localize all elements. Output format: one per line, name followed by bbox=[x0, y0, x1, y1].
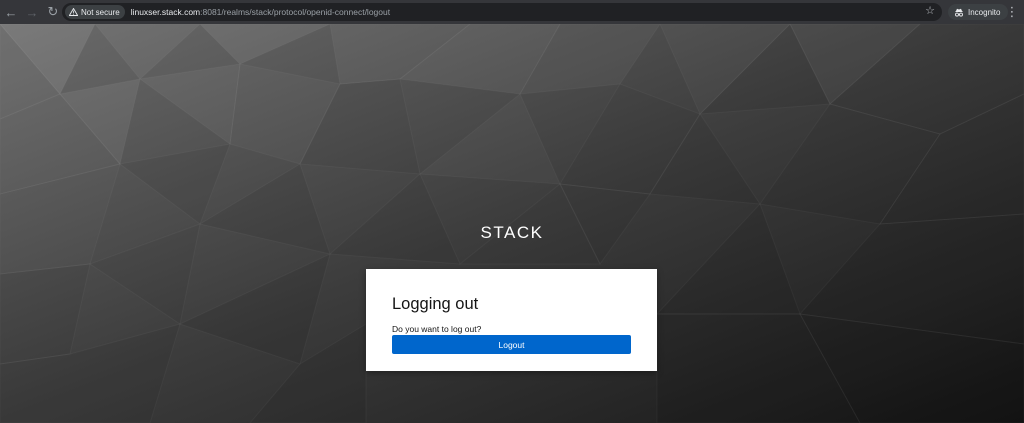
browser-menu-button[interactable]: ⋮ bbox=[1004, 2, 1020, 22]
logout-card: Logging out Do you want to log out? Logo… bbox=[366, 269, 657, 371]
security-label: Not secure bbox=[81, 7, 120, 17]
logout-message: Do you want to log out? bbox=[392, 324, 482, 334]
back-button[interactable]: ← bbox=[1, 2, 21, 22]
incognito-icon bbox=[955, 8, 963, 17]
forward-button[interactable]: → bbox=[22, 2, 42, 22]
reload-button[interactable]: ↻ bbox=[43, 2, 63, 22]
page-title: Logging out bbox=[392, 295, 479, 313]
incognito-label: Incognito bbox=[968, 7, 1001, 17]
page-viewport: STACK Logging out Do you want to log out… bbox=[0, 24, 1024, 423]
logout-button[interactable]: Logout bbox=[392, 335, 631, 354]
arrow-left-icon: ← bbox=[4, 4, 18, 20]
url-path: :8081/realms/stack/protocol/openid-conne… bbox=[200, 7, 391, 17]
warning-triangle-icon bbox=[69, 8, 78, 16]
url-text[interactable]: linuxser.stack.com:8081/realms/stack/pro… bbox=[131, 7, 390, 17]
star-icon: ☆ bbox=[925, 5, 935, 17]
security-chip[interactable]: Not secure bbox=[65, 5, 125, 19]
arrow-right-icon: → bbox=[25, 4, 39, 20]
browser-toolbar: ← → ↻ Not secure linuxser.stack.com:8081… bbox=[0, 0, 1024, 24]
url-host: linuxser.stack.com bbox=[130, 7, 201, 17]
reload-icon: ↻ bbox=[47, 4, 59, 19]
bookmark-button[interactable]: ☆ bbox=[925, 4, 935, 17]
kebab-menu-icon: ⋮ bbox=[1005, 4, 1019, 19]
incognito-badge[interactable]: Incognito bbox=[948, 4, 1009, 20]
realm-brand: STACK bbox=[480, 223, 544, 242]
address-bar[interactable]: Not secure linuxser.stack.com:8081/realm… bbox=[62, 3, 942, 21]
